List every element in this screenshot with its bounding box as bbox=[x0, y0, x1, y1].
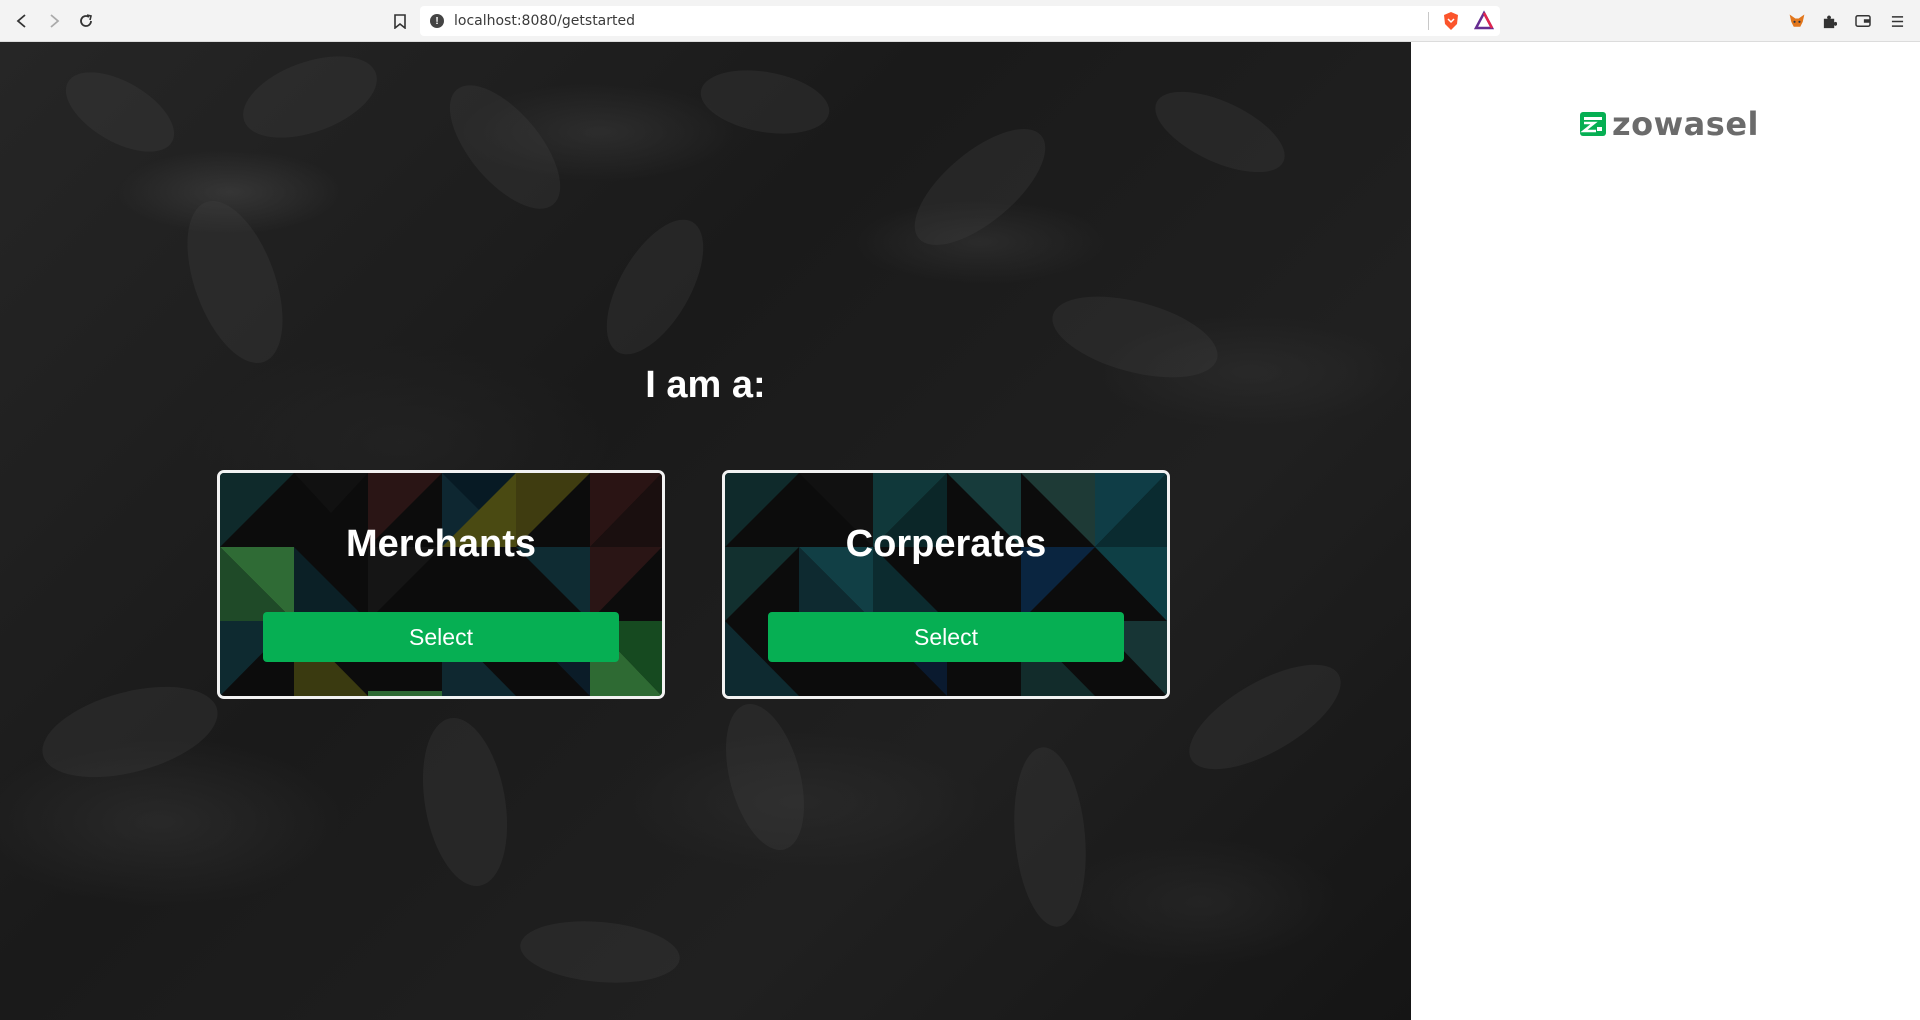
back-icon[interactable] bbox=[10, 9, 34, 33]
brand-name: zowasel bbox=[1612, 105, 1759, 143]
zowasel-logo-icon bbox=[1580, 112, 1606, 136]
wallet-icon[interactable] bbox=[1852, 10, 1874, 32]
zowasel-logo[interactable]: zowasel bbox=[1580, 105, 1759, 143]
select-corporates-button[interactable]: Select bbox=[768, 612, 1124, 662]
browser-toolbar: ! localhost:8080/getstarted bbox=[0, 0, 1920, 42]
url-text: localhost:8080/getstarted bbox=[454, 13, 636, 29]
corporates-label: Corperates bbox=[845, 523, 1047, 565]
address-bar[interactable]: ! localhost:8080/getstarted bbox=[420, 6, 1500, 36]
select-merchants-button[interactable]: Select bbox=[263, 612, 619, 662]
right-panel: zowasel bbox=[1411, 42, 1920, 1020]
corporates-option-card[interactable]: Corperates Select bbox=[722, 470, 1170, 699]
bookmark-icon[interactable] bbox=[388, 9, 412, 33]
background-image-panel: I am a: Merchants Select Corperates Sele… bbox=[0, 42, 1411, 1020]
forward-icon[interactable] bbox=[42, 9, 66, 33]
address-bar-divider bbox=[1428, 12, 1429, 30]
brave-rewards-icon[interactable] bbox=[1473, 10, 1495, 32]
triangle-pattern bbox=[725, 473, 1167, 696]
puzzle-extensions-icon[interactable] bbox=[1818, 10, 1840, 32]
reload-icon[interactable] bbox=[74, 9, 98, 33]
info-icon[interactable]: ! bbox=[430, 14, 444, 28]
merchants-label: Merchants bbox=[345, 523, 537, 565]
page: I am a: Merchants Select Corperates Sele… bbox=[0, 42, 1920, 1020]
metamask-fox-icon[interactable] bbox=[1786, 10, 1808, 32]
merchants-option-card[interactable]: Merchants Select bbox=[217, 470, 665, 699]
page-title: I am a: bbox=[645, 364, 766, 406]
menu-icon[interactable] bbox=[1886, 10, 1908, 32]
triangle-pattern bbox=[220, 473, 662, 696]
brave-shield-icon[interactable] bbox=[1440, 10, 1462, 32]
